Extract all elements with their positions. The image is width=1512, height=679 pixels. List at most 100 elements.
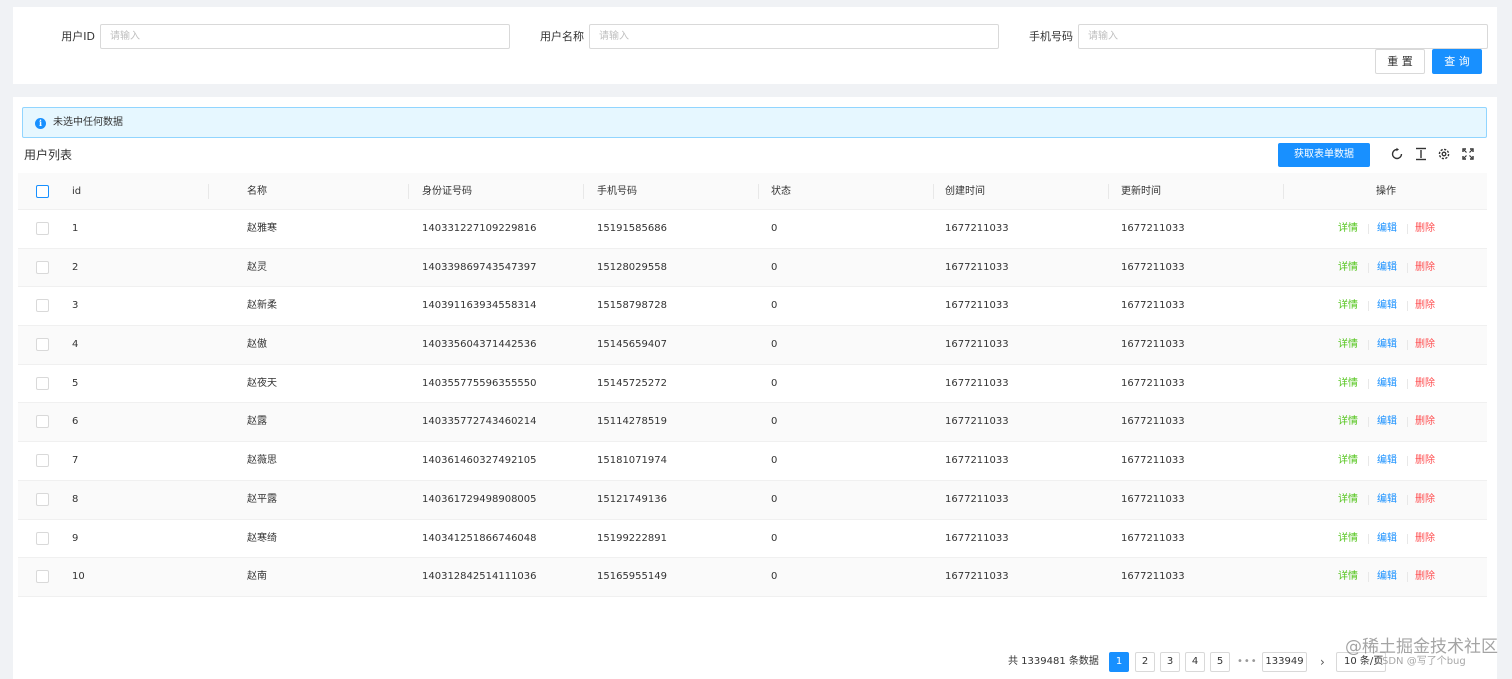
cell-created: 1677211033: [945, 571, 1009, 583]
fetch-form-data-button[interactable]: 获取表单数据: [1278, 143, 1370, 167]
cell-id: 2: [72, 261, 79, 273]
cell-phone: 15114278519: [597, 416, 667, 428]
action-divider: [1368, 456, 1369, 467]
edit-link[interactable]: 编辑: [1377, 558, 1397, 596]
cell-name: 赵平露: [247, 493, 277, 505]
row-checkbox[interactable]: [36, 222, 49, 235]
cell-status: 0: [771, 416, 778, 428]
row-checkbox[interactable]: [36, 531, 49, 545]
row-checkbox[interactable]: [36, 570, 49, 584]
action-divider: [1368, 262, 1369, 273]
edit-link[interactable]: 编辑: [1377, 287, 1397, 325]
watermark-csdn: CSDN @写了个bug: [1375, 656, 1466, 667]
cell-name: 赵寒绮: [247, 532, 277, 544]
edit-link[interactable]: 编辑: [1377, 365, 1397, 403]
query-button[interactable]: 查 询: [1432, 49, 1482, 74]
edit-link[interactable]: 编辑: [1377, 442, 1397, 480]
delete-link[interactable]: 删除: [1415, 520, 1435, 558]
cell-created: 1677211033: [945, 377, 1009, 389]
cell-phone: 15158798728: [597, 300, 667, 312]
column-height-icon[interactable]: [1414, 147, 1428, 161]
phone-input[interactable]: [1078, 24, 1488, 49]
info-icon: i: [35, 118, 46, 129]
cell-idcard: 140331227109229816: [422, 223, 537, 234]
next-page-button[interactable]: ›: [1320, 652, 1325, 672]
table-row: 7 赵薇思 140361460327492105 15181071974 0 167721…: [18, 442, 1487, 481]
delete-link[interactable]: 删除: [1415, 442, 1435, 480]
cell-updated: 1677211033: [1121, 339, 1185, 351]
reload-icon[interactable]: [1390, 147, 1404, 161]
edit-link[interactable]: 编辑: [1377, 403, 1397, 441]
cell-phone: 15181071974: [597, 455, 667, 467]
detail-link[interactable]: 详情: [1338, 481, 1358, 519]
detail-link[interactable]: 详情: [1338, 326, 1358, 364]
column-divider: [408, 184, 409, 199]
delete-link[interactable]: 删除: [1415, 249, 1435, 287]
cell-idcard: 140339869743547397: [422, 261, 537, 273]
fullscreen-icon[interactable]: [1461, 147, 1475, 161]
delete-link[interactable]: 删除: [1415, 481, 1435, 519]
cell-id: 6: [72, 416, 79, 428]
detail-link[interactable]: 详情: [1338, 287, 1358, 325]
action-divider: [1407, 533, 1408, 544]
edit-link[interactable]: 编辑: [1377, 326, 1397, 364]
row-checkbox[interactable]: [36, 454, 49, 468]
detail-link[interactable]: 详情: [1338, 403, 1358, 441]
reset-button[interactable]: 重 置: [1375, 49, 1425, 74]
action-divider: [1407, 224, 1408, 234]
edit-link[interactable]: 编辑: [1377, 520, 1397, 558]
delete-link[interactable]: 删除: [1415, 287, 1435, 325]
select-all-checkbox[interactable]: [36, 185, 49, 198]
table-row: 5 赵夜天 140355775596355550 15145725272 0 167721…: [18, 364, 1487, 404]
action-divider: [1407, 262, 1408, 273]
row-checkbox[interactable]: [36, 415, 49, 429]
edit-link[interactable]: 编辑: [1377, 249, 1397, 287]
column-header-idcard: 身份证号码: [422, 186, 472, 197]
table-row: 4 赵傲 140335604371442536 15145659407 0 1677211…: [18, 326, 1487, 365]
page-ellipsis[interactable]: •••: [1237, 652, 1258, 672]
page-2[interactable]: 2: [1135, 652, 1155, 672]
page-last[interactable]: 133949: [1262, 652, 1307, 672]
cell-created: 1677211033: [945, 416, 1009, 428]
detail-link[interactable]: 详情: [1338, 558, 1358, 596]
page-1[interactable]: 1: [1109, 652, 1129, 672]
cell-status: 0: [771, 377, 778, 389]
cell-created: 1677211033: [945, 300, 1009, 312]
cell-status: 0: [771, 493, 778, 505]
cell-updated: 1677211033: [1121, 532, 1185, 544]
user-id-input[interactable]: [100, 24, 510, 49]
edit-link[interactable]: 编辑: [1377, 210, 1397, 248]
detail-link[interactable]: 详情: [1338, 520, 1358, 558]
delete-link[interactable]: 删除: [1415, 210, 1435, 248]
cell-name: 赵南: [247, 571, 267, 583]
cell-updated: 1677211033: [1121, 416, 1185, 428]
row-checkbox[interactable]: [36, 338, 49, 352]
action-divider: [1407, 572, 1408, 583]
cell-created: 1677211033: [945, 223, 1009, 234]
delete-link[interactable]: 删除: [1415, 558, 1435, 596]
row-checkbox[interactable]: [36, 492, 49, 506]
cell-id: 4: [72, 339, 79, 351]
page-5[interactable]: 5: [1210, 652, 1230, 672]
delete-link[interactable]: 删除: [1415, 403, 1435, 441]
detail-link[interactable]: 详情: [1338, 365, 1358, 403]
page-4[interactable]: 4: [1185, 652, 1205, 672]
detail-link[interactable]: 详情: [1338, 442, 1358, 480]
row-checkbox[interactable]: [36, 299, 49, 313]
user-id-label: 用户ID: [61, 30, 95, 43]
row-checkbox[interactable]: [36, 260, 49, 274]
setting-icon[interactable]: [1437, 147, 1451, 161]
edit-link[interactable]: 编辑: [1377, 481, 1397, 519]
delete-link[interactable]: 删除: [1415, 326, 1435, 364]
detail-link[interactable]: 详情: [1338, 249, 1358, 287]
cell-phone: 15145725272: [597, 377, 667, 389]
action-divider: [1368, 533, 1369, 544]
column-header-id: id: [72, 186, 82, 197]
row-checkbox[interactable]: [36, 376, 49, 390]
action-divider: [1407, 340, 1408, 351]
delete-link[interactable]: 删除: [1415, 365, 1435, 403]
page-3[interactable]: 3: [1160, 652, 1180, 672]
detail-link[interactable]: 详情: [1338, 210, 1358, 248]
cell-id: 1: [72, 223, 79, 234]
user-name-input[interactable]: [589, 24, 999, 49]
